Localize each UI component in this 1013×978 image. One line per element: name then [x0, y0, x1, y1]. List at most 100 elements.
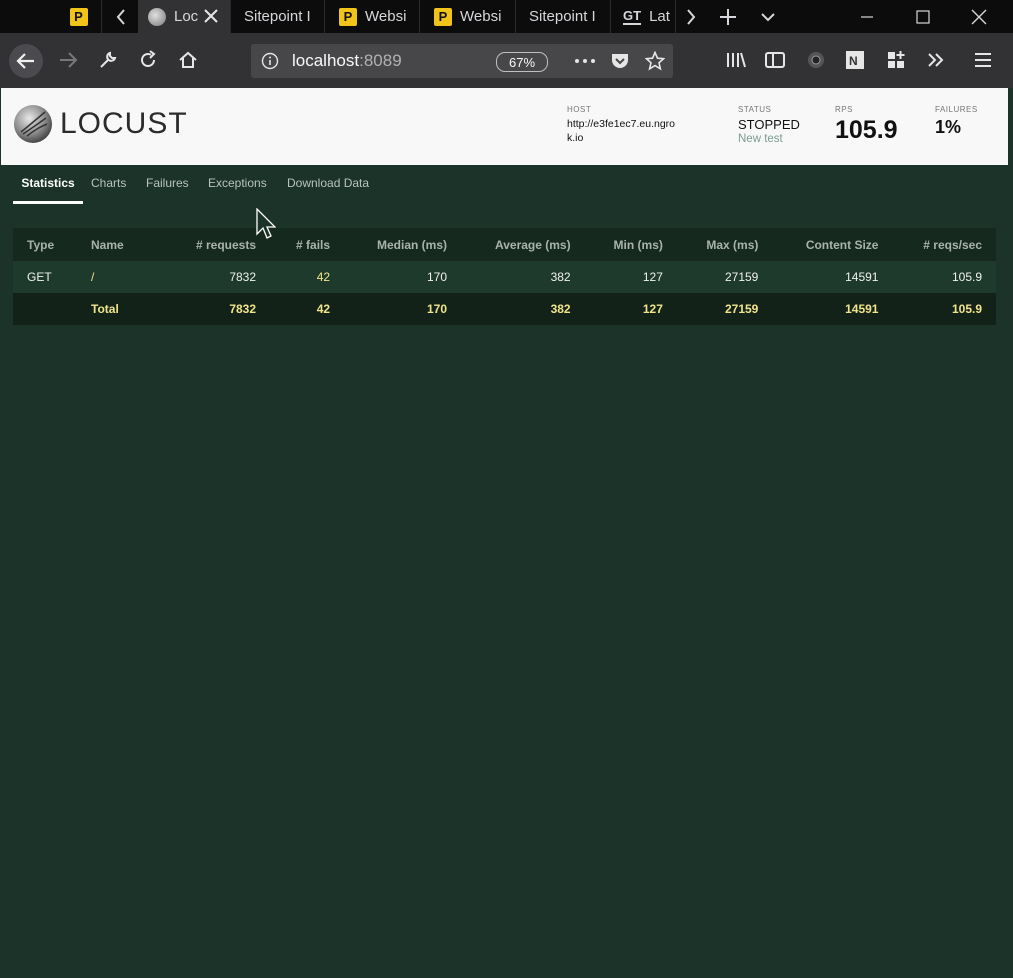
close-tab-icon[interactable] — [202, 7, 220, 25]
tab-bar: P Loc Sitepoint I P Websi P Websi Sitepo… — [0, 0, 1013, 33]
tab-label: Sitepoint I — [244, 8, 311, 25]
zoom-level-button[interactable]: 67% — [496, 52, 548, 72]
url-bar[interactable]: localhost:8089 67% — [251, 44, 673, 78]
cell-max: 27159 — [676, 261, 773, 293]
list-all-tabs-icon[interactable] — [754, 0, 782, 33]
extensions-grid-icon[interactable] — [879, 43, 913, 77]
cell-fails: 42 — [270, 293, 345, 325]
cell-average: 382 — [461, 293, 585, 325]
cell-average: 382 — [461, 261, 585, 293]
column-header[interactable]: # requests — [165, 228, 271, 261]
tab-failures[interactable]: Failures — [146, 166, 189, 201]
column-header[interactable]: # fails — [270, 228, 345, 261]
p-favicon-icon: P — [339, 7, 357, 26]
url-port: :8089 — [359, 51, 402, 70]
tab-pinned[interactable]: P — [56, 0, 102, 33]
cell-type — [13, 293, 77, 325]
globe-favicon-icon — [148, 7, 166, 26]
cell-reqs-per-sec: 105.9 — [892, 261, 996, 293]
tab-gt[interactable]: GT Lat — [611, 0, 676, 33]
table-row: GET / 7832 42 170 382 127 27159 14591 10… — [13, 261, 996, 293]
locust-logo-text: LOCUST — [60, 107, 188, 140]
back-button[interactable] — [9, 44, 43, 78]
scroll-tabs-left-icon[interactable] — [108, 0, 134, 33]
cell-min: 127 — [584, 293, 677, 325]
bookmark-star-icon[interactable] — [644, 50, 666, 76]
column-header[interactable]: Name — [77, 228, 165, 261]
cell-fails: 42 — [270, 261, 345, 293]
tab-sitepoint-1[interactable]: Sitepoint I — [231, 0, 325, 33]
new-tab-icon[interactable] — [714, 0, 742, 33]
tab-locust[interactable]: Loc — [138, 0, 231, 33]
cell-requests: 7832 — [165, 261, 271, 293]
tab-charts[interactable]: Charts — [91, 166, 126, 201]
mouse-cursor-icon — [256, 208, 276, 239]
column-header[interactable]: Content Size — [772, 228, 893, 261]
cell-reqs-per-sec: 105.9 — [892, 293, 996, 325]
tab-label: Websi — [460, 8, 502, 25]
locust-header: LOCUST HOST http://e3fe1ec7.eu.ngrok.io … — [1, 88, 1008, 165]
cell-median: 170 — [344, 293, 461, 325]
status-label: STATUS — [738, 105, 772, 114]
cell-max: 27159 — [676, 293, 773, 325]
forward-button[interactable] — [51, 43, 85, 77]
minimize-icon[interactable] — [852, 0, 882, 33]
wrench-icon[interactable] — [91, 43, 125, 77]
cell-median: 170 — [344, 261, 461, 293]
failures-label: FAILURES — [935, 105, 978, 114]
cell-content-size: 14591 — [772, 261, 893, 293]
cell-min: 127 — [584, 261, 677, 293]
close-window-icon[interactable] — [964, 0, 994, 33]
tab-label: Loc — [174, 8, 199, 25]
reload-icon[interactable] — [131, 43, 165, 77]
p-favicon-icon: P — [434, 7, 452, 26]
status-value: STOPPED — [738, 117, 800, 132]
page-actions-icon[interactable] — [573, 52, 597, 75]
rps-label: RPS — [835, 105, 853, 114]
hamburger-menu-icon[interactable] — [966, 43, 1000, 77]
column-header[interactable]: Type — [13, 228, 77, 261]
column-header[interactable]: Median (ms) — [344, 228, 461, 261]
pocket-icon[interactable] — [610, 51, 630, 76]
table-header-row: Type Name # requests # fails Median (ms)… — [13, 228, 996, 261]
overflow-chevrons-icon[interactable] — [919, 43, 953, 77]
tab-website-1[interactable]: P Websi — [325, 0, 420, 33]
tab-sitepoint-2[interactable]: Sitepoint I — [516, 0, 611, 33]
column-header[interactable]: Average (ms) — [461, 228, 585, 261]
host-value: http://e3fe1ec7.eu.ngrok.io — [567, 118, 675, 144]
url-text[interactable]: localhost:8089 — [292, 51, 402, 71]
tab-label: Websi — [365, 8, 407, 25]
cell-type: GET — [13, 261, 77, 293]
column-header[interactable]: Max (ms) — [676, 228, 773, 261]
column-header[interactable]: # reqs/sec — [892, 228, 996, 261]
locust-logo[interactable]: LOCUST — [13, 104, 188, 144]
onenote-icon[interactable]: N — [838, 43, 872, 77]
maximize-icon[interactable] — [908, 0, 938, 33]
rps-value: 105.9 — [835, 116, 898, 144]
tab-label: Sitepoint I — [529, 8, 596, 25]
failures-value: 1% — [935, 117, 962, 137]
table-total-row: Total 7832 42 170 382 127 27159 14591 10… — [13, 293, 996, 325]
locust-logo-icon — [14, 105, 52, 143]
host-label: HOST — [567, 105, 592, 114]
tab-exceptions[interactable]: Exceptions — [208, 166, 267, 201]
scroll-tabs-right-icon[interactable] — [678, 0, 704, 33]
gt-favicon-icon: GT — [623, 8, 642, 25]
column-header[interactable]: Min (ms) — [584, 228, 677, 261]
home-icon[interactable] — [171, 43, 205, 77]
p-favicon-icon: P — [69, 7, 88, 26]
tab-statistics[interactable]: Statistics — [13, 166, 83, 204]
cell-requests: 7832 — [165, 293, 271, 325]
info-icon[interactable] — [261, 52, 279, 70]
camera-extension-icon[interactable] — [799, 43, 833, 77]
statistics-table: Type Name # requests # fails Median (ms)… — [13, 228, 996, 325]
cell-name: Total — [77, 293, 165, 325]
url-host: localhost — [292, 51, 360, 70]
tab-website-2[interactable]: P Websi — [420, 0, 516, 33]
new-test-link[interactable]: New test — [738, 133, 783, 145]
sidebar-icon[interactable] — [758, 43, 792, 77]
tab-download-data[interactable]: Download Data — [287, 166, 369, 201]
library-icon[interactable] — [719, 43, 753, 77]
svg-text:N: N — [849, 54, 858, 68]
cell-content-size: 14591 — [772, 293, 893, 325]
